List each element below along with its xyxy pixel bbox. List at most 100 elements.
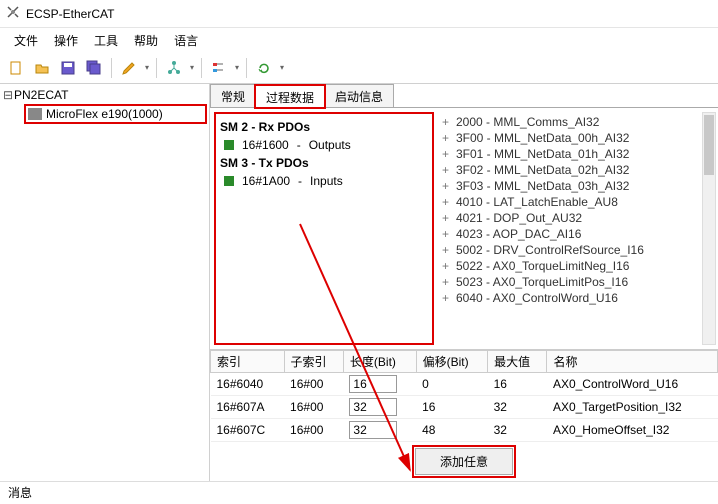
menu-lang[interactable]: 语言 — [168, 30, 204, 51]
col-length[interactable]: 长度(Bit) — [343, 351, 416, 373]
object-label: 3F02 - MML_NetData_02h_AI32 — [456, 163, 629, 177]
pdo-active-icon — [224, 176, 234, 186]
object-row[interactable]: +4021 - DOP_Out_AU32 — [440, 210, 716, 226]
cell-subindex: 16#00 — [284, 419, 343, 442]
object-row[interactable]: +5023 - AX0_TorqueLimitPos_I16 — [440, 274, 716, 290]
object-row[interactable]: +4023 - AOP_DAC_AI16 — [440, 226, 716, 242]
cell-offset: 0 — [416, 373, 487, 396]
object-row[interactable]: +3F00 - MML_NetData_00h_AI32 — [440, 130, 716, 146]
new-icon[interactable] — [4, 56, 28, 80]
mapping-table-wrap: 索引 子索引 长度(Bit) 偏移(Bit) 最大值 名称 16#604016#… — [210, 349, 718, 481]
collapse-icon[interactable]: ⊟ — [2, 88, 14, 102]
expand-icon[interactable]: + — [442, 115, 456, 129]
dash: - — [298, 174, 302, 188]
col-subindex[interactable]: 子索引 — [284, 351, 343, 373]
toolbar-separator — [246, 58, 247, 78]
dropdown-icon[interactable]: ▾ — [233, 63, 241, 72]
object-row[interactable]: +5002 - DRV_ControlRefSource_I16 — [440, 242, 716, 258]
table-row[interactable]: 16#607C16#004832AX0_HomeOffset_I32 — [211, 419, 718, 442]
cell-length — [343, 419, 416, 442]
menu-action[interactable]: 操作 — [48, 30, 84, 51]
cell-max: 32 — [488, 419, 547, 442]
tree-child-node[interactable]: MicroFlex e190(1000) — [24, 104, 207, 124]
col-name[interactable]: 名称 — [547, 351, 718, 373]
tab-general[interactable]: 常规 — [210, 84, 256, 107]
menu-tools[interactable]: 工具 — [88, 30, 124, 51]
table-row[interactable]: 16#604016#00016AX0_ControlWord_U16 — [211, 373, 718, 396]
expand-icon[interactable]: + — [442, 131, 456, 145]
cell-name: AX0_ControlWord_U16 — [547, 373, 718, 396]
pdo-tx-item[interactable]: 16#1A00 - Inputs — [220, 172, 428, 190]
add-task-button[interactable]: 添加任意 — [415, 448, 513, 475]
object-row[interactable]: +5022 - AX0_TorqueLimitNeg_I16 — [440, 258, 716, 274]
length-input[interactable] — [349, 398, 397, 416]
scrollbar[interactable] — [702, 112, 716, 345]
title-bar: ECSP-EtherCAT — [0, 0, 718, 28]
expand-icon[interactable]: + — [442, 291, 456, 305]
tree-root-label: PN2ECAT — [14, 88, 68, 102]
expand-icon[interactable]: + — [442, 163, 456, 177]
expand-icon[interactable]: + — [442, 227, 456, 241]
object-row[interactable]: +3F02 - MML_NetData_02h_AI32 — [440, 162, 716, 178]
expand-icon[interactable]: + — [442, 211, 456, 225]
menu-help[interactable]: 帮助 — [128, 30, 164, 51]
col-max[interactable]: 最大值 — [488, 351, 547, 373]
expand-icon[interactable]: + — [442, 259, 456, 273]
tab-bar: 常规 过程数据 启动信息 — [210, 84, 718, 108]
save-icon[interactable] — [56, 56, 80, 80]
cell-offset: 16 — [416, 396, 487, 419]
pdo-sm2-header: SM 2 - Rx PDOs — [220, 118, 428, 136]
object-label: 2000 - MML_Comms_AI32 — [456, 115, 599, 129]
pdo-panel: SM 2 - Rx PDOs 16#1600 - Outputs SM 3 - … — [214, 112, 434, 345]
refresh-icon[interactable] — [252, 56, 276, 80]
length-input[interactable] — [349, 421, 397, 439]
edit-icon[interactable] — [117, 56, 141, 80]
object-row[interactable]: +2000 - MML_Comms_AI32 — [440, 114, 716, 130]
cell-name: AX0_HomeOffset_I32 — [547, 419, 718, 442]
app-icon — [6, 5, 20, 22]
expand-icon[interactable]: + — [442, 243, 456, 257]
col-index[interactable]: 索引 — [211, 351, 285, 373]
dropdown-icon[interactable]: ▾ — [188, 63, 196, 72]
expand-icon[interactable]: + — [442, 179, 456, 193]
dropdown-icon[interactable]: ▾ — [278, 63, 286, 72]
cell-index: 16#607A — [211, 396, 285, 419]
toolbar: ▾ ▾ ▾ ▾ — [0, 52, 718, 84]
object-row[interactable]: +6040 - AX0_ControlWord_U16 — [440, 290, 716, 306]
col-offset[interactable]: 偏移(Bit) — [416, 351, 487, 373]
expand-icon[interactable]: + — [442, 275, 456, 289]
menu-file[interactable]: 文件 — [8, 30, 44, 51]
tab-startup[interactable]: 启动信息 — [324, 84, 394, 107]
object-list[interactable]: +2000 - MML_Comms_AI32+3F00 - MML_NetDat… — [438, 108, 718, 349]
cell-name: AX0_TargetPosition_I32 — [547, 396, 718, 419]
object-label: 5023 - AX0_TorqueLimitPos_I16 — [456, 275, 628, 289]
object-row[interactable]: +3F03 - MML_NetData_03h_AI32 — [440, 178, 716, 194]
object-label: 4021 - DOP_Out_AU32 — [456, 211, 582, 225]
config-icon[interactable] — [207, 56, 231, 80]
object-row[interactable]: +3F01 - MML_NetData_01h_AI32 — [440, 146, 716, 162]
pdo-active-icon — [224, 140, 234, 150]
window-title: ECSP-EtherCAT — [26, 7, 114, 21]
expand-icon[interactable]: + — [442, 195, 456, 209]
status-message: 消息 — [8, 484, 32, 501]
length-input[interactable] — [349, 375, 397, 393]
tree-root-node[interactable]: ⊟ PN2ECAT — [2, 88, 207, 102]
object-label: 3F01 - MML_NetData_01h_AI32 — [456, 147, 629, 161]
toolbar-separator — [201, 58, 202, 78]
device-tree: ⊟ PN2ECAT MicroFlex e190(1000) — [0, 84, 210, 481]
cell-subindex: 16#00 — [284, 373, 343, 396]
network-icon[interactable] — [162, 56, 186, 80]
expand-icon[interactable]: + — [442, 147, 456, 161]
table-row[interactable]: 16#607A16#001632AX0_TargetPosition_I32 — [211, 396, 718, 419]
pdo-name: Inputs — [310, 174, 343, 188]
open-icon[interactable] — [30, 56, 54, 80]
cell-length — [343, 396, 416, 419]
dropdown-icon[interactable]: ▾ — [143, 63, 151, 72]
toolbar-separator — [111, 58, 112, 78]
saveall-icon[interactable] — [82, 56, 106, 80]
object-label: 4023 - AOP_DAC_AI16 — [456, 227, 581, 241]
object-row[interactable]: +4010 - LAT_LatchEnable_AU8 — [440, 194, 716, 210]
pdo-rx-item[interactable]: 16#1600 - Outputs — [220, 136, 428, 154]
scrollbar-thumb[interactable] — [704, 115, 714, 175]
tab-process-data[interactable]: 过程数据 — [255, 85, 325, 108]
